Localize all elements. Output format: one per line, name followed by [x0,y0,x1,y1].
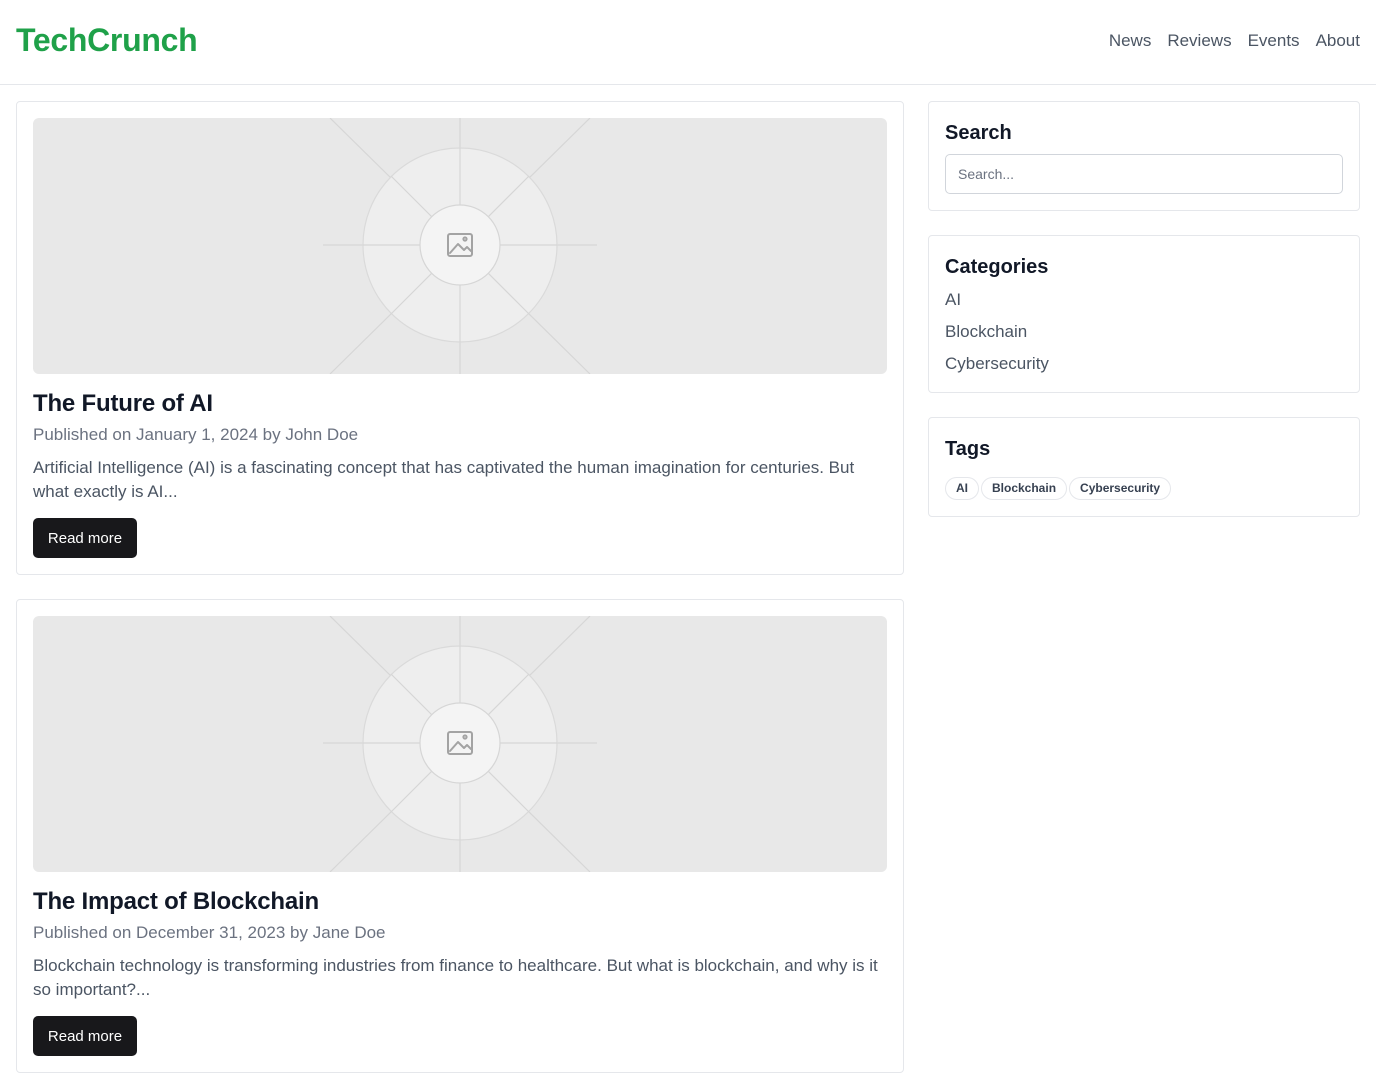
post-title[interactable]: The Impact of Blockchain [33,888,319,916]
nav-events[interactable]: Events [1248,31,1300,51]
tag-cybersecurity[interactable]: Cybersecurity [1069,477,1172,500]
image-placeholder-icon [323,616,597,872]
tags-widget: Tags AI Blockchain Cybersecurity [928,417,1360,517]
post-meta: Published on December 31, 2023 by Jane D… [33,923,386,942]
post-meta: Published on January 1, 2024 by John Doe [33,425,359,444]
read-more-button[interactable]: Read more [33,518,137,558]
post-thumbnail [33,118,887,374]
post-thumbnail [33,616,887,872]
post-excerpt: Artificial Intelligence (AI) is a fascin… [33,458,855,501]
categories-widget: Categories AI Blockchain Cybersecurity [928,235,1360,393]
categories-widget-title: Categories [945,256,1049,278]
tag-ai[interactable]: AI [945,477,979,500]
category-item: Blockchain [945,322,1049,354]
category-item: AI [945,290,1049,322]
tag-blockchain[interactable]: Blockchain [981,477,1068,500]
post-title[interactable]: The Future of AI [33,390,213,418]
post-card: The Impact of Blockchain Published on De… [16,599,904,1073]
nav-about[interactable]: About [1316,31,1360,51]
category-link-ai[interactable]: AI [945,290,961,309]
image-placeholder-icon [323,118,597,374]
tags-widget-title: Tags [945,438,991,460]
category-list: AI Blockchain Cybersecurity [945,290,1049,386]
category-item: Cybersecurity [945,354,1049,386]
read-more-button[interactable]: Read more [33,1016,137,1056]
post-card: The Future of AI Published on January 1,… [16,101,904,575]
category-link-blockchain[interactable]: Blockchain [945,322,1027,341]
nav-news[interactable]: News [1109,31,1152,51]
brand-logo[interactable]: TechCrunch [16,22,198,59]
main-nav: News Reviews Events About [1109,31,1360,51]
search-widget-title: Search [945,122,1012,144]
post-excerpt: Blockchain technology is transforming in… [33,956,878,999]
search-widget: Search [928,101,1360,211]
search-input[interactable] [945,154,1343,194]
nav-reviews[interactable]: Reviews [1167,31,1231,51]
site-header: TechCrunch News Reviews Events About [0,0,1376,85]
category-link-cybersecurity[interactable]: Cybersecurity [945,354,1049,373]
tag-list: AI Blockchain Cybersecurity [945,477,1172,500]
